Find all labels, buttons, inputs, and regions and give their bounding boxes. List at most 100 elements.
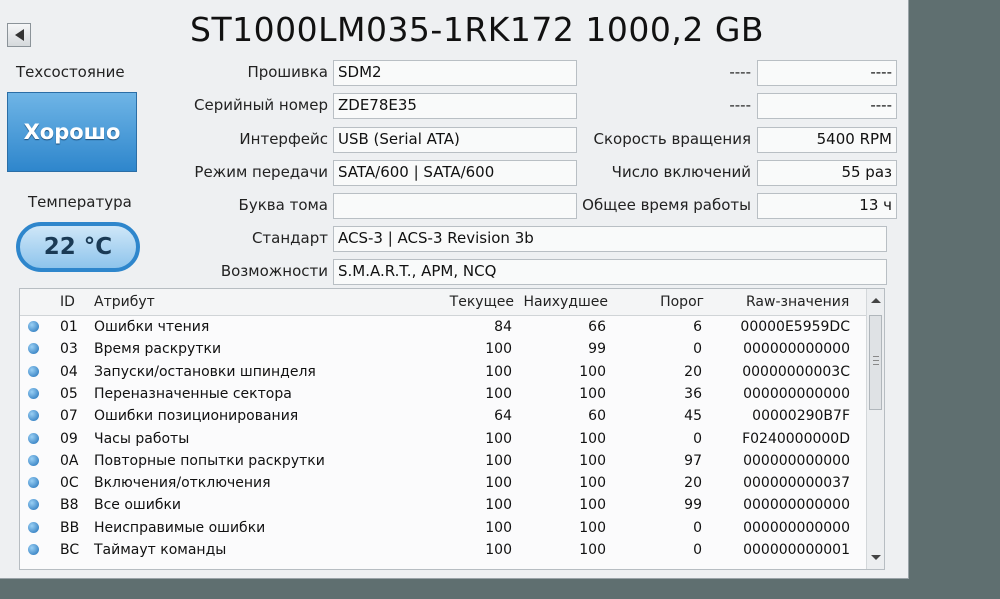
table-row[interactable]: 0A Повторные попытки раскрутки 100 100 97 000… <box>20 451 860 473</box>
serial-field: ZDE78E35 <box>333 93 577 119</box>
power-on-hours-label: Общее время работы <box>582 196 751 214</box>
unused-label-2: ---- <box>729 96 751 114</box>
transfer-mode-label: Режим передачи <box>194 163 328 181</box>
column-header-id[interactable]: ID <box>60 294 75 310</box>
raw-value: 000000000037 <box>743 475 850 492</box>
current-value: 100 <box>485 542 512 558</box>
smart-attributes-table[interactable]: ID Атрибут Текущее Наихудшее Порог Raw-з… <box>19 288 885 570</box>
column-header-worst[interactable]: Наихудшее <box>518 294 609 310</box>
transfer-mode-field: SATA/600 | SATA/600 <box>333 160 577 186</box>
current-value: 100 <box>485 452 512 469</box>
worst-value: 100 <box>579 497 606 514</box>
attribute-id: 04 <box>60 363 78 380</box>
temperature-badge[interactable]: 22 °C <box>16 222 140 272</box>
table-row[interactable]: B8 Все ошибки 100 100 99 000000000000 <box>20 495 860 517</box>
table-row[interactable]: 05 Переназначенные сектора 100 100 36 0000000… <box>20 384 860 406</box>
threshold-value: 0 <box>693 430 702 447</box>
current-value: 84 <box>494 319 512 335</box>
raw-value: 000000000000 <box>743 519 850 536</box>
worst-value: 100 <box>579 363 606 380</box>
interface-label: Интерфейс <box>239 130 328 148</box>
scroll-down-icon[interactable] <box>871 555 881 560</box>
interface-field: USB (Serial ATA) <box>333 127 577 153</box>
column-header-raw[interactable]: Raw-значения <box>746 294 849 310</box>
blue-dot-icon <box>28 477 39 489</box>
attribute-id: BB <box>60 519 80 536</box>
worst-value: 100 <box>579 430 606 447</box>
column-header-threshold[interactable]: Порог <box>620 294 704 310</box>
column-header-attribute[interactable]: Атрибут <box>94 294 155 310</box>
table-row[interactable]: 09 Часы работы 100 100 0 F0240000000D <box>20 429 860 451</box>
grip-line-icon <box>873 364 879 365</box>
table-row[interactable]: BB Неисправимые ошибки 100 100 0 000000000000 <box>20 518 860 540</box>
current-value: 100 <box>485 519 512 536</box>
attribute-name: Ошибки позиционирования <box>94 408 299 425</box>
firmware-label: Прошивка <box>247 63 328 81</box>
crystaldiskinfo-window: ST1000LM035-1RK172 1000,2 GB Техсостояни… <box>0 0 908 578</box>
current-value: 100 <box>485 430 512 447</box>
table-row[interactable]: 03 Время раскрутки 100 99 0 000000000000 <box>20 339 860 361</box>
disk-title: ST1000LM035-1RK172 1000,2 GB <box>190 10 765 49</box>
worst-value: 60 <box>588 408 606 425</box>
attribute-id: 05 <box>60 385 78 402</box>
worst-value: 100 <box>579 542 606 558</box>
table-header: ID Атрибут Текущее Наихудшее Порог Raw-з… <box>20 289 884 316</box>
worst-value: 100 <box>579 519 606 536</box>
attribute-id: 07 <box>60 408 78 425</box>
raw-value: 00000E5959DC <box>740 319 850 335</box>
previous-disk-button[interactable] <box>7 23 31 47</box>
current-value: 100 <box>485 341 512 358</box>
threshold-value: 20 <box>684 475 702 492</box>
threshold-value: 0 <box>693 341 702 358</box>
attribute-id: 0C <box>60 475 79 492</box>
blue-dot-icon <box>28 499 39 511</box>
current-value: 100 <box>485 497 512 514</box>
scroll-thumb[interactable] <box>869 315 882 410</box>
attribute-name: Часы работы <box>94 430 190 447</box>
serial-label: Серийный номер <box>194 96 328 114</box>
health-status-badge[interactable]: Хорошо <box>7 92 137 172</box>
table-row[interactable]: 04 Запуски/остановки шпинделя 100 100 20 0000… <box>20 362 860 384</box>
table-row[interactable]: 01 Ошибки чтения 84 66 6 00000E5959DC <box>20 317 860 339</box>
attribute-name: Время раскрутки <box>94 341 222 358</box>
blue-dot-icon <box>28 454 39 466</box>
current-value: 100 <box>485 363 512 380</box>
blue-dot-icon <box>28 343 39 355</box>
rotation-speed-label: Скорость вращения <box>593 130 752 148</box>
table-row[interactable]: 0C Включения/отключения 100 100 20 0000000000… <box>20 473 860 495</box>
current-value: 64 <box>494 408 512 425</box>
worst-value: 100 <box>579 385 606 402</box>
attribute-id: 03 <box>60 341 78 358</box>
standard-field: ACS-3 | ACS-3 Revision 3b <box>333 226 887 252</box>
unused-label-1: ---- <box>729 63 751 81</box>
worst-value: 100 <box>579 475 606 492</box>
threshold-value: 0 <box>693 519 702 536</box>
attribute-id: 0A <box>60 452 79 469</box>
blue-dot-icon <box>28 544 39 555</box>
volume-letter-field <box>333 193 577 219</box>
current-value: 100 <box>485 385 512 402</box>
table-scrollbar[interactable] <box>866 289 884 569</box>
blue-dot-icon <box>28 521 39 533</box>
power-on-count-field: 55 раз <box>757 160 897 186</box>
features-field: S.M.A.R.T., APM, NCQ <box>333 259 887 285</box>
firmware-field: SDM2 <box>333 60 577 86</box>
current-value: 100 <box>485 475 512 492</box>
threshold-value: 45 <box>684 408 702 425</box>
column-header-current[interactable]: Текущее <box>430 294 514 310</box>
standard-label: Стандарт <box>251 229 328 247</box>
worst-value: 66 <box>588 319 606 335</box>
power-on-count-label: Число включений <box>611 163 751 181</box>
scroll-up-icon[interactable] <box>871 298 881 303</box>
table-row[interactable]: BC Таймаут команды 100 100 0 000000000001 <box>20 540 860 562</box>
threshold-value: 6 <box>693 319 702 335</box>
features-label: Возможности <box>220 262 328 280</box>
rotation-speed-field: 5400 RPM <box>757 127 897 153</box>
table-row[interactable]: 07 Ошибки позиционирования 64 60 45 00000290B… <box>20 406 860 428</box>
power-on-hours-field: 13 ч <box>757 193 897 219</box>
attribute-id: 01 <box>60 319 78 335</box>
attribute-name: Неисправимые ошибки <box>94 519 266 536</box>
worst-value: 100 <box>579 452 606 469</box>
threshold-value: 36 <box>684 385 702 402</box>
attribute-name: Ошибки чтения <box>94 319 210 335</box>
